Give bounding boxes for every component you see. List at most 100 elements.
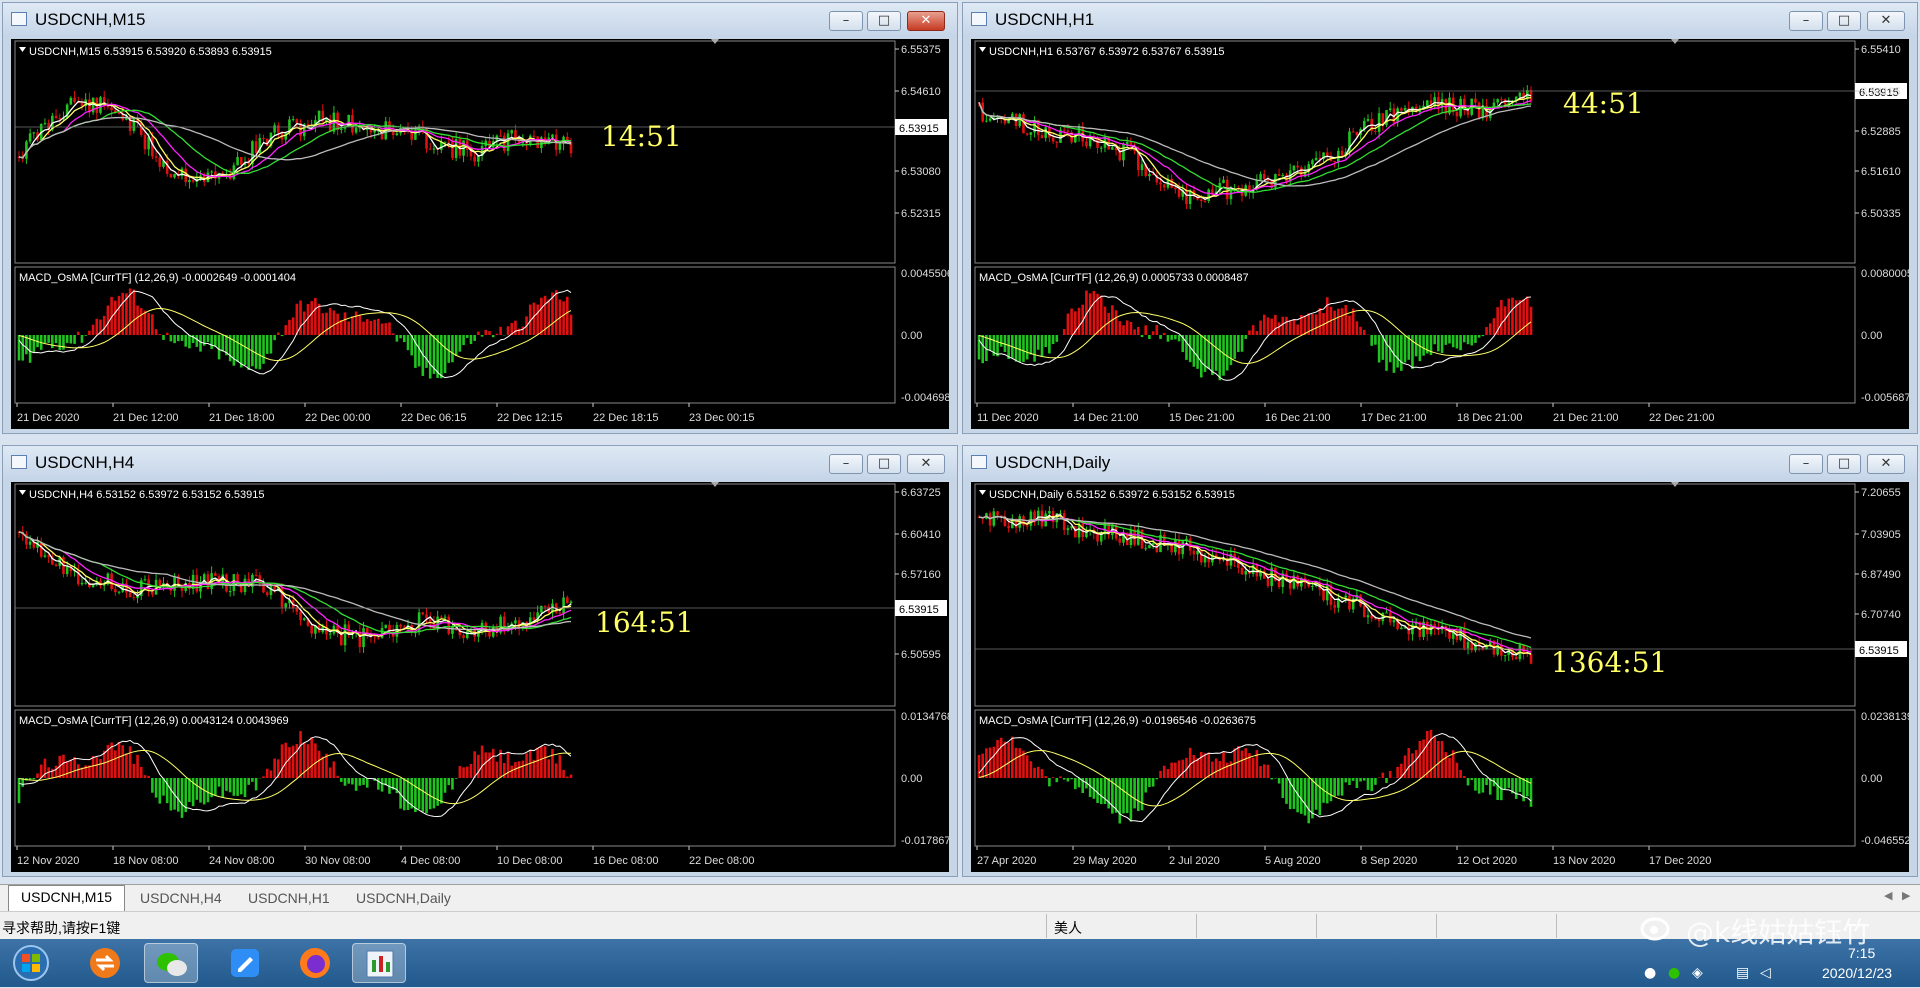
macd-histogram-bar — [1281, 778, 1284, 798]
minimize-button[interactable]: – — [829, 11, 863, 31]
maximize-button[interactable]: □ — [1827, 11, 1861, 31]
note-app-icon[interactable] — [218, 943, 272, 983]
chart-window-h1[interactable]: USDCNH,H1–□✕6.539156.554106.541356.52885… — [962, 2, 1918, 434]
window-titlebar[interactable]: USDCNH,H4–□✕ — [3, 446, 957, 480]
tab-scroll-left-icon[interactable]: ◀ — [1884, 889, 1892, 902]
candle-body — [1515, 657, 1518, 659]
maximize-button[interactable]: □ — [1827, 454, 1861, 474]
macd-histogram-bar — [473, 751, 476, 778]
macd-histogram-bar — [1107, 313, 1110, 335]
macd-histogram-bar — [218, 335, 221, 359]
macd-histogram-bar — [1452, 335, 1455, 347]
macd-histogram-bar — [1252, 758, 1255, 778]
macd-histogram-bar — [1167, 769, 1170, 778]
macd-histogram-bar — [136, 305, 139, 335]
minimize-button[interactable]: – — [1789, 11, 1823, 31]
candle-body — [1259, 174, 1262, 180]
candle-body — [236, 157, 239, 165]
candle-body — [1333, 161, 1336, 162]
macd-histogram-bar — [484, 330, 487, 335]
macd-histogram-bar — [244, 335, 247, 365]
volume-tray-icon[interactable]: ◁ — [1760, 965, 1771, 981]
time-axis-label: 22 Dec 21:00 — [1649, 412, 1714, 424]
close-button[interactable]: ✕ — [907, 11, 945, 31]
tab-usdcnh-h1[interactable]: USDCNH,H1 — [236, 887, 342, 909]
macd-histogram-bar — [1118, 778, 1121, 824]
maximize-button[interactable]: □ — [867, 454, 901, 474]
minimize-button[interactable]: – — [829, 454, 863, 474]
close-button[interactable]: ✕ — [1867, 454, 1905, 474]
candle-body — [73, 98, 76, 102]
macd-histogram-bar — [1048, 335, 1051, 353]
macd-histogram-bar — [296, 304, 299, 335]
macd-histogram-bar — [1189, 748, 1192, 778]
macd-histogram-bar — [1181, 760, 1184, 778]
macd-axis-label: 0.00 — [1861, 330, 1882, 342]
close-button[interactable]: ✕ — [1867, 11, 1905, 31]
candle-body — [277, 125, 280, 132]
macd-histogram-bar — [107, 306, 110, 335]
macd-histogram-bar — [525, 753, 528, 778]
macd-histogram-bar — [1456, 763, 1459, 778]
chart-area-daily[interactable]: 6.539157.206557.039056.874906.70740USDCN… — [971, 482, 1909, 872]
chart-canvas: 6.539156.554106.541356.528856.516106.503… — [971, 39, 1909, 429]
macd-histogram-bar — [147, 776, 150, 778]
candle-body — [1148, 174, 1151, 176]
chart-canvas: 6.539157.206557.039056.874906.70740USDCN… — [971, 482, 1909, 872]
candle-body — [473, 156, 476, 161]
window-titlebar[interactable]: USDCNH,M15–□✕ — [3, 3, 957, 37]
candle-body — [359, 632, 362, 648]
chart-window-h4[interactable]: USDCNH,H4–□✕6.539156.637256.604106.57160… — [2, 445, 958, 877]
wechat-tray-icon[interactable]: ● — [1668, 965, 1680, 981]
time-axis-label: 16 Dec 08:00 — [593, 855, 658, 867]
time-axis-label: 11 Dec 2020 — [977, 412, 1039, 424]
candle-body — [1333, 605, 1336, 608]
tab-usdcnh-daily[interactable]: USDCNH,Daily — [344, 887, 463, 909]
candle-body — [170, 174, 173, 178]
macd-histogram-bar — [414, 335, 417, 368]
qq-tray-icon[interactable]: ● — [1644, 965, 1656, 981]
macd-histogram-bar — [1104, 307, 1107, 335]
maximize-button[interactable]: □ — [867, 11, 901, 31]
chart-window-daily[interactable]: USDCNH,Daily–□✕6.539157.206557.039056.87… — [962, 445, 1918, 877]
window-titlebar[interactable]: USDCNH,H1–□✕ — [963, 3, 1917, 37]
candle-body — [562, 597, 565, 613]
network-tray-icon[interactable]: ▤ — [1736, 965, 1749, 981]
macd-histogram-bar — [1093, 291, 1096, 335]
macd-histogram-bar — [440, 778, 443, 804]
candle-body — [384, 625, 387, 628]
chart-window-m15[interactable]: USDCNH,M15–□✕6.539156.553756.546106.5308… — [2, 2, 958, 434]
clock-date[interactable]: 2020/12/23 — [1822, 965, 1892, 981]
macd-histogram-bar — [1441, 335, 1444, 353]
candle-body — [425, 614, 428, 618]
candle-body — [429, 149, 432, 150]
macd-histogram-bar — [173, 335, 176, 343]
tab-usdcnh-h4[interactable]: USDCNH,H4 — [128, 887, 234, 909]
candle-body — [118, 592, 121, 593]
minimize-button[interactable]: – — [1789, 454, 1823, 474]
close-button[interactable]: ✕ — [907, 454, 945, 474]
firefox-icon[interactable] — [288, 943, 342, 983]
tab-usdcnh-m15[interactable]: USDCNH,M15 — [8, 885, 125, 911]
window-titlebar[interactable]: USDCNH,Daily–□✕ — [963, 446, 1917, 480]
macd-histogram-bar — [1363, 330, 1366, 335]
start-button[interactable] — [4, 943, 58, 983]
macd-histogram-bar — [1159, 771, 1162, 778]
chart-area-h1[interactable]: 6.539156.554106.541356.528856.516106.503… — [971, 39, 1909, 429]
swap-app-icon[interactable] — [78, 943, 132, 983]
candle-body — [559, 613, 562, 614]
candle-body — [262, 138, 265, 139]
chart-area-m15[interactable]: 6.539156.553756.546106.530806.52315USDCN… — [11, 39, 949, 429]
tab-scroll-right-icon[interactable]: ▶ — [1902, 889, 1910, 902]
macd-histogram-bar — [196, 778, 199, 800]
candle-body — [1030, 132, 1033, 134]
macd-histogram-bar — [196, 335, 199, 347]
shield-tray-icon[interactable]: ◈ — [1692, 965, 1703, 981]
macd-histogram-bar — [555, 763, 558, 778]
candle-body — [477, 156, 480, 162]
chart-area-h4[interactable]: 6.539156.637256.604106.571606.50595USDCN… — [11, 482, 949, 872]
macd-histogram-bar — [1041, 335, 1044, 356]
metatrader-icon[interactable] — [352, 943, 406, 983]
clock-time[interactable]: 7:15 — [1848, 945, 1875, 961]
wechat-icon[interactable] — [144, 943, 198, 983]
